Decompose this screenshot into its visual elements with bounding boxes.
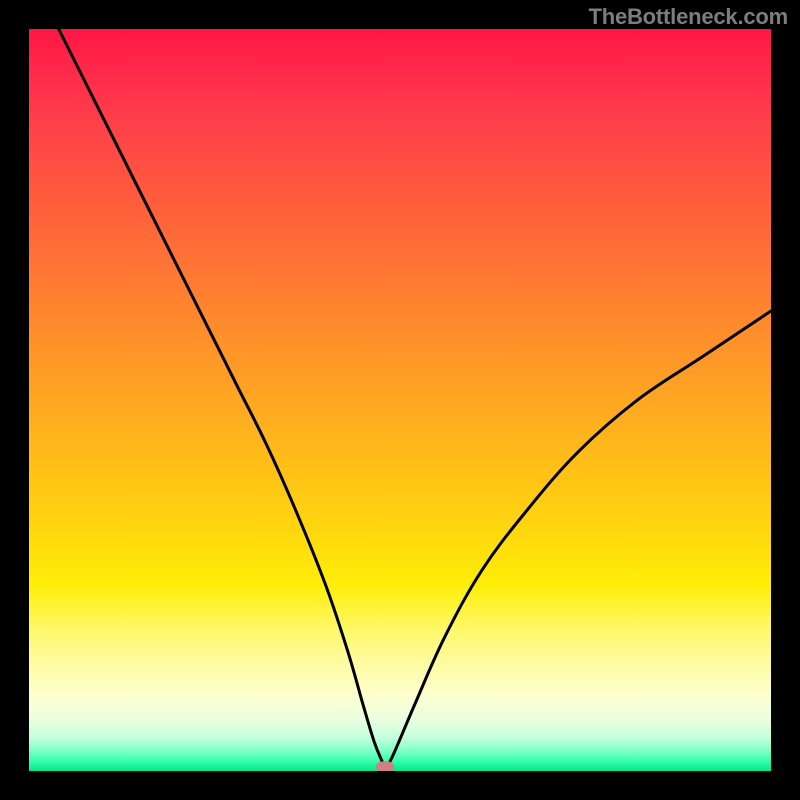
watermark-text: TheBottleneck.com xyxy=(588,4,788,30)
plot-area xyxy=(29,29,771,771)
bottleneck-curve xyxy=(29,29,771,771)
chart-frame: TheBottleneck.com xyxy=(0,0,800,800)
minimum-marker xyxy=(376,762,394,771)
